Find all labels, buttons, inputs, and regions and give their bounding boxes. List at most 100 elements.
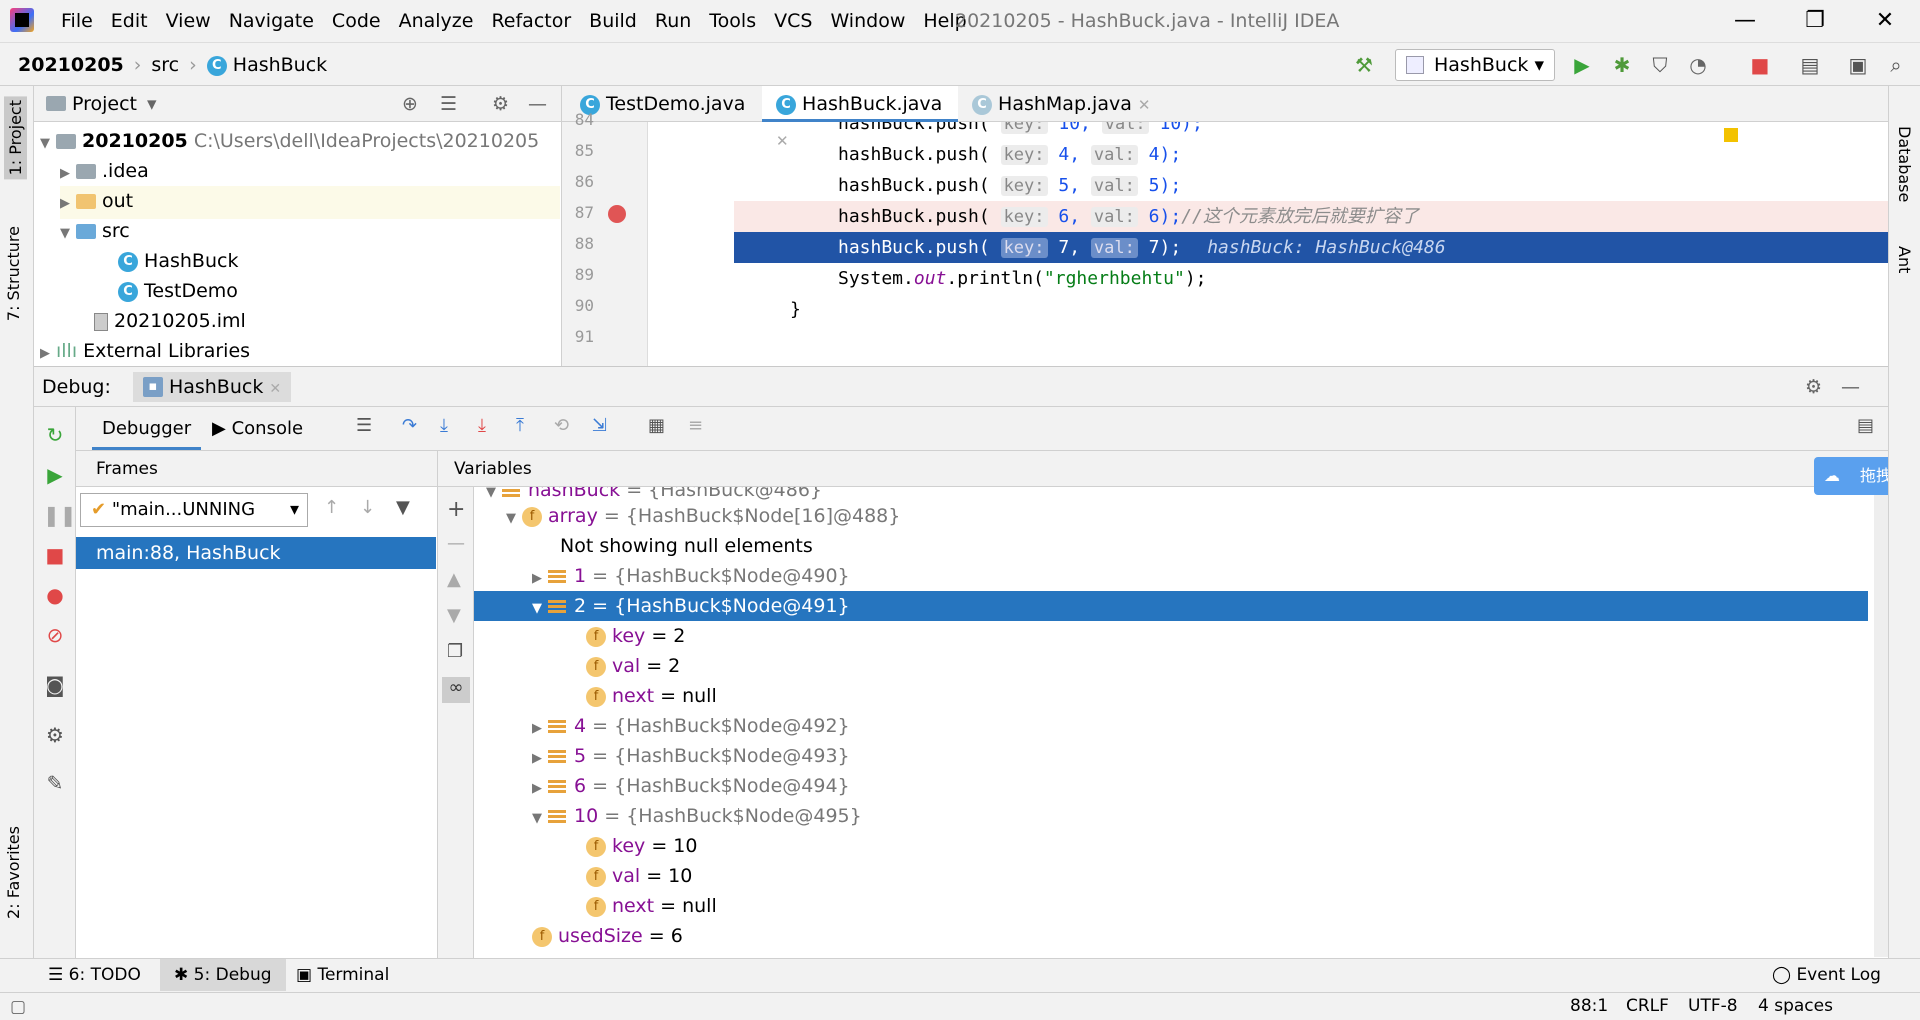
- tab-debugger[interactable]: Debugger: [92, 407, 202, 450]
- filter-icon[interactable]: ▼: [396, 497, 410, 518]
- var-row[interactable]: f key = 10: [474, 831, 1868, 861]
- camera-icon[interactable]: ◙: [43, 673, 67, 697]
- line-separator[interactable]: CRLF: [1626, 996, 1669, 1016]
- project-structure-icon[interactable]: ▤: [1798, 53, 1822, 77]
- run-config-select[interactable]: HashBuck ▾: [1395, 49, 1555, 81]
- editor-gutter[interactable]: 84 85 86 87 88 89 90 91: [562, 110, 648, 366]
- drop-frame-icon[interactable]: ⟲: [554, 415, 569, 436]
- stop-icon[interactable]: ■: [1748, 53, 1772, 77]
- profile-icon[interactable]: ◔: [1686, 53, 1710, 77]
- step-out-icon[interactable]: ⤒: [516, 415, 524, 436]
- evaluate-icon[interactable]: ▦: [648, 415, 665, 436]
- locate-icon[interactable]: ⊕: [402, 93, 418, 115]
- var-row[interactable]: f val = 2: [474, 651, 1868, 681]
- arrow-up-icon[interactable]: ↑: [324, 497, 339, 518]
- add-watch-icon[interactable]: +: [447, 497, 465, 522]
- debug-session-tab[interactable]: ▪ HashBuck ✕: [132, 371, 292, 402]
- resume-icon[interactable]: ▶: [43, 463, 67, 487]
- close-tab-icon[interactable]: ✕: [269, 381, 281, 397]
- thread-select[interactable]: ✔ "main...UNNING ▾: [80, 493, 308, 527]
- threads-icon[interactable]: ☰: [356, 415, 372, 436]
- tab-console[interactable]: ▶ Console: [212, 407, 303, 450]
- close-tab-icon[interactable]: ✕: [1138, 96, 1151, 114]
- close-icon[interactable]: ✕: [1855, 0, 1915, 42]
- var-row[interactable]: ▶ 6 = {HashBuck$Node@494}: [474, 771, 1868, 801]
- tree-item-src[interactable]: ▼ src: [60, 216, 130, 249]
- restore-icon[interactable]: ❐: [1785, 0, 1845, 42]
- layout-icon[interactable]: ▤: [1857, 415, 1874, 436]
- file-encoding[interactable]: UTF-8: [1688, 996, 1738, 1016]
- move-down-icon[interactable]: ▼: [447, 605, 461, 626]
- menu-edit[interactable]: Edit: [102, 0, 157, 42]
- menu-refactor[interactable]: Refactor: [482, 0, 580, 42]
- menu-vcs[interactable]: VCS: [765, 0, 821, 42]
- trace-icon[interactable]: ≡: [688, 415, 703, 436]
- menu-view[interactable]: View: [157, 0, 220, 42]
- gear-icon[interactable]: ⚙: [492, 93, 509, 115]
- frame-item[interactable]: main:88, HashBuck: [76, 537, 436, 569]
- scrollbar[interactable]: [1874, 491, 1888, 957]
- breadcrumb-file[interactable]: C HashBuck: [206, 43, 327, 87]
- var-row[interactable]: f usedSize = 6: [474, 921, 1868, 951]
- rerun-icon[interactable]: ↻: [43, 423, 67, 447]
- move-up-icon[interactable]: ▲: [447, 569, 461, 590]
- caret-position[interactable]: 88:1: [1570, 996, 1608, 1016]
- project-panel-title[interactable]: Project: [72, 93, 137, 115]
- stop-icon[interactable]: ■: [43, 543, 67, 567]
- breadcrumb-project[interactable]: 20210205: [18, 43, 124, 87]
- gear-icon[interactable]: ⚙: [43, 723, 67, 747]
- breakpoint-icon[interactable]: [608, 205, 626, 223]
- var-row[interactable]: ▼ f array = {HashBuck$Node[16]@488}: [474, 501, 1868, 531]
- tab-hashmap[interactable]: C HashMap.java ✕: [958, 86, 1158, 122]
- collapse-icon[interactable]: ☰: [440, 93, 457, 115]
- pin-icon[interactable]: ✎: [43, 771, 67, 795]
- menu-run[interactable]: Run: [646, 0, 700, 42]
- var-row[interactable]: ▶ 4 = {HashBuck$Node@492}: [474, 711, 1868, 741]
- tree-item-testdemo[interactable]: C TestDemo: [118, 276, 238, 306]
- baidu-float-widget[interactable]: ☁ 拖拽: [1814, 457, 1888, 495]
- var-row[interactable]: ▶ 5 = {HashBuck$Node@493}: [474, 741, 1868, 771]
- run-icon[interactable]: ▶: [1570, 53, 1594, 77]
- step-over-icon[interactable]: ↷: [402, 415, 417, 436]
- tool-debug[interactable]: ✱ 5: Debug: [160, 959, 286, 991]
- minimize-icon[interactable]: —: [1715, 0, 1775, 42]
- debug-bug-icon[interactable]: ✱: [1610, 53, 1634, 77]
- tree-item-libraries[interactable]: ▶ ıllı External Libraries: [40, 336, 250, 369]
- var-row-selected[interactable]: ▼ 2 = {HashBuck$Node@491}: [474, 591, 1868, 621]
- tab-testdemo[interactable]: C TestDemo.java ✕: [566, 86, 762, 150]
- menu-analyze[interactable]: Analyze: [390, 0, 483, 42]
- remove-icon[interactable]: —: [447, 533, 465, 554]
- tool-tab-favorites[interactable]: 2: Favorites: [4, 826, 23, 919]
- var-row[interactable]: f next = null: [474, 891, 1868, 921]
- tool-event-log[interactable]: ◯ Event Log: [1772, 965, 1881, 985]
- toggle-tool-windows-icon[interactable]: ▢: [10, 997, 26, 1017]
- run-to-cursor-icon[interactable]: ⇲: [592, 415, 607, 436]
- menu-tools[interactable]: Tools: [700, 0, 765, 42]
- code-area[interactable]: hashBuck.push( key: 10, val: 10); hashBu…: [648, 122, 1888, 366]
- tab-hashbuck[interactable]: C HashBuck.java ✕: [762, 86, 958, 150]
- warning-marker-icon[interactable]: [1724, 128, 1738, 142]
- menu-window[interactable]: Window: [821, 0, 914, 42]
- step-into-icon[interactable]: ⤓: [440, 415, 448, 436]
- tool-terminal[interactable]: ▣ Terminal: [296, 965, 389, 985]
- var-row[interactable]: ▶ 1 = {HashBuck$Node@490}: [474, 561, 1868, 591]
- menu-code[interactable]: Code: [323, 0, 390, 42]
- tool-tab-project[interactable]: 1: Project: [4, 96, 27, 180]
- variables-tree[interactable]: ▼ hashBuck = {HashBuck@486} ▼ f array = {Ha…: [474, 487, 1868, 959]
- menu-file[interactable]: File: [52, 0, 102, 42]
- force-step-into-icon[interactable]: ⤓: [478, 415, 486, 436]
- copy-icon[interactable]: ❐: [447, 641, 463, 662]
- mute-breakpoints-icon[interactable]: ⊘: [43, 623, 67, 647]
- var-row[interactable]: f val = 10: [474, 861, 1868, 891]
- tool-tab-structure[interactable]: 7: Structure: [4, 226, 23, 321]
- chevron-down-icon[interactable]: ▾: [147, 93, 157, 115]
- search-icon[interactable]: ⌕: [1884, 53, 1908, 77]
- tree-item-iml[interactable]: 20210205.iml: [94, 306, 246, 336]
- sdk-icon[interactable]: ▣: [1846, 53, 1870, 77]
- tree-item-hashbuck[interactable]: C HashBuck: [118, 246, 238, 276]
- hide-icon[interactable]: —: [528, 93, 547, 115]
- tree-item-root[interactable]: ▼ 20210205 C:\Users\dell\IdeaProjects\202…: [40, 126, 539, 159]
- var-row[interactable]: f key = 2: [474, 621, 1868, 651]
- watches-glasses-icon[interactable]: ∞: [442, 677, 470, 703]
- build-hammer-icon[interactable]: ⚒: [1352, 53, 1376, 77]
